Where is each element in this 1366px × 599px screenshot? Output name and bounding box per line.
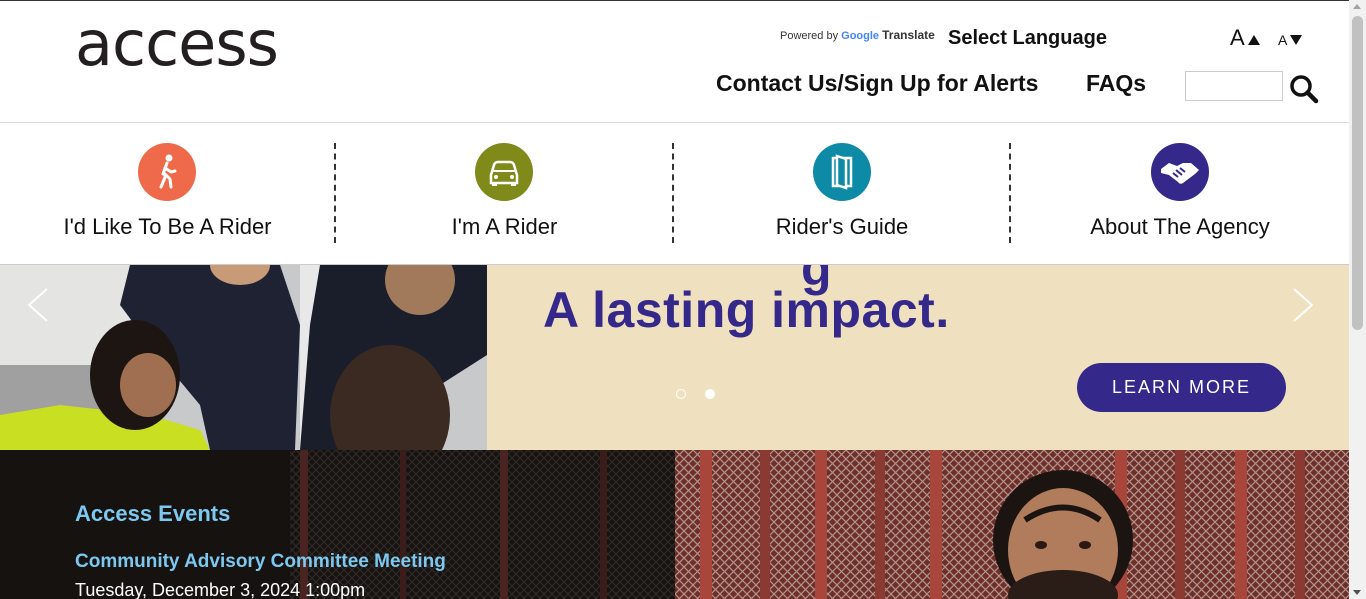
events-section: Access Events Community Advisory Committ… [0, 450, 675, 599]
guide-book-icon [813, 143, 871, 201]
hero-headline: A lasting impact. [543, 282, 950, 338]
carousel-dot-1[interactable] [676, 389, 686, 399]
nav-item-label: I'm A Rider [451, 214, 558, 239]
carousel-next-button[interactable] [1288, 287, 1318, 323]
scroll-up-icon[interactable] [1353, 4, 1361, 9]
font-size-decrease-button[interactable]: A [1278, 32, 1303, 48]
vehicle-icon [475, 143, 533, 201]
hero-staff-photo [0, 265, 487, 450]
nav-item-label: Rider's Guide [775, 214, 909, 239]
nav-contact-link[interactable]: Contact Us/Sign Up for Alerts [716, 70, 1038, 97]
event-date: Tuesday, December 3, 2024 1:00pm [75, 580, 366, 599]
page: access Powered by Google Translate Selec… [0, 0, 1349, 599]
audience-navigation: I'd Like To Be A Rider I'm A Rider Rider… [0, 123, 1349, 265]
nav-im-a-rider[interactable]: I'm A Rider [336, 123, 673, 264]
font-size-increase-button[interactable]: A [1230, 25, 1260, 51]
chevron-right-icon [1293, 288, 1314, 322]
learn-more-button[interactable]: LEARN MORE [1077, 363, 1286, 412]
events-heading: Access Events [75, 501, 231, 526]
translate-text: Translate [882, 28, 935, 42]
triangle-down-icon [1290, 35, 1303, 45]
font-increase-label: A [1230, 25, 1245, 50]
hero-carousel: g A lasting impact. LEARN MORE [0, 265, 1349, 450]
font-decrease-label: A [1278, 32, 1288, 48]
powered-by-text: Powered by [780, 30, 839, 42]
select-language-dropdown[interactable]: Select Language [948, 27, 1107, 50]
search-input[interactable] [1185, 71, 1283, 101]
fence-portrait-photo [675, 450, 1349, 599]
vertical-scrollbar[interactable] [1349, 0, 1366, 599]
scroll-down-icon[interactable] [1353, 590, 1361, 595]
site-header: access Powered by Google Translate Selec… [0, 1, 1349, 123]
google-logo: Google [841, 30, 880, 42]
google-translate-attribution: Powered by Google Translate [780, 28, 935, 42]
event-link[interactable]: Community Advisory Committee Meeting [75, 551, 446, 573]
access-logo[interactable]: access [75, 13, 279, 75]
walking-person-icon [138, 143, 196, 201]
hero-text-panel: g A lasting impact. LEARN MORE [487, 265, 1349, 450]
carousel-dot-2[interactable] [705, 389, 715, 399]
nav-item-label: About The Agency [1090, 214, 1270, 239]
nav-faqs-link[interactable]: FAQs [1086, 70, 1146, 97]
chevron-left-icon [27, 288, 48, 322]
scrollbar-thumb[interactable] [1352, 16, 1363, 330]
nav-about-the-agency[interactable]: About The Agency [1011, 123, 1349, 264]
nav-would-like-to-be-rider[interactable]: I'd Like To Be A Rider [0, 123, 335, 264]
search-icon [1290, 75, 1319, 104]
carousel-prev-button[interactable] [25, 287, 55, 323]
triangle-up-icon [1247, 35, 1260, 45]
nav-item-label: I'd Like To Be A Rider [63, 214, 272, 239]
search-button[interactable] [1289, 74, 1319, 104]
nav-riders-guide[interactable]: Rider's Guide [674, 123, 1010, 264]
handshake-icon [1151, 143, 1209, 201]
